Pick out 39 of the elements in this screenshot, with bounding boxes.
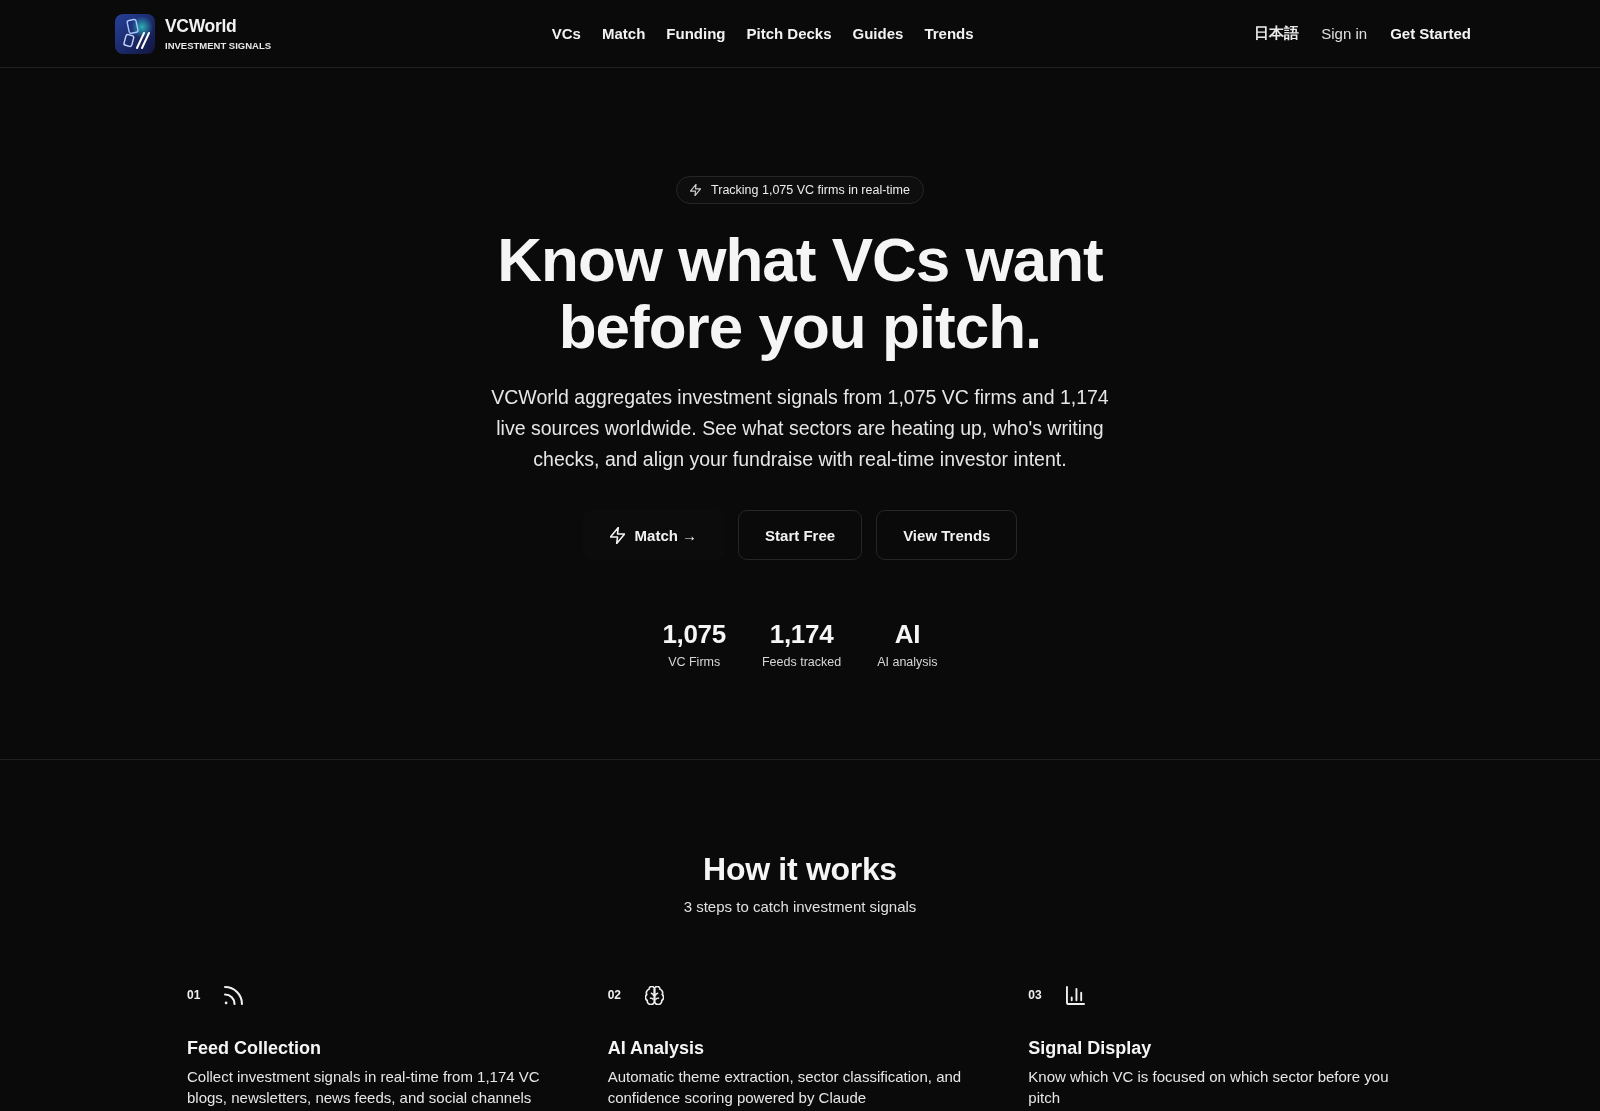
step-title: AI Analysis [607, 1037, 706, 1060]
bar-chart-icon [1065, 985, 1085, 1005]
section-subtitle: 3 steps to catch investment signals [683, 897, 917, 917]
lightning-icon [609, 526, 625, 544]
stat-label: Feeds tracked [761, 654, 842, 671]
stat-value: AI [894, 618, 921, 650]
hero-heading: Know what VCs want before you pitch. [496, 226, 1104, 360]
stat-value: 1,075 [662, 618, 726, 650]
step-title: Signal Display [1028, 1037, 1153, 1060]
step-description: Collect investment signals in real-time from 1,174 VC blogs, newsletters, news feeds, and social channels [187, 1067, 541, 1108]
step-number: 01 [187, 988, 201, 1002]
nav-link[interactable]: Trends [924, 25, 974, 42]
step-title: Feed Collection [187, 1037, 322, 1060]
brand-tagline: INVESTMENT SIGNALS [165, 38, 272, 53]
stat-label: AI analysis [877, 654, 938, 671]
brain-icon [645, 985, 664, 1005]
hero-button[interactable]: Start Free [738, 510, 863, 560]
step-number: 03 [1028, 988, 1042, 1002]
nav-link[interactable]: Funding [666, 25, 726, 42]
nav-link[interactable]: Pitch Decks [746, 25, 832, 42]
badge-text: Tracking 1,075 VC firms in real-time [711, 183, 910, 197]
stat-value: 1,174 [769, 618, 834, 650]
nav-link[interactable]: Match [601, 25, 646, 42]
step-description: Automatic theme extraction, sector classification, and confidence scoring powered by Claude [607, 1067, 963, 1108]
stat-label: VC Firms [668, 654, 721, 671]
hero-description: VCWorld aggregates investment signals from 1,075 VC firms and 1,174 live sources worldwide. See what sectors are heating up, who's writing checks, and align your fundraise with real-time investor intent. [490, 385, 1110, 472]
step-description: Know which VC is focused on which sector before you pitch [1028, 1067, 1390, 1108]
brand-name: VCWorld [165, 14, 238, 37]
nav-link[interactable]: VCs [551, 25, 581, 42]
sign-in-link[interactable]: Sign in [1321, 25, 1368, 42]
section-heading: How it works [703, 850, 897, 889]
lightning-icon [690, 184, 702, 196]
hero-button[interactable]: View Trends [876, 510, 1018, 560]
get-started-link[interactable]: Get Started [1390, 25, 1471, 42]
step-number: 02 [607, 988, 621, 1002]
rss-feed-icon [224, 985, 244, 1005]
nav-link[interactable]: Guides [852, 25, 904, 42]
language-link[interactable]: 日本語 [1254, 24, 1300, 43]
logo-icon[interactable] [115, 13, 155, 54]
